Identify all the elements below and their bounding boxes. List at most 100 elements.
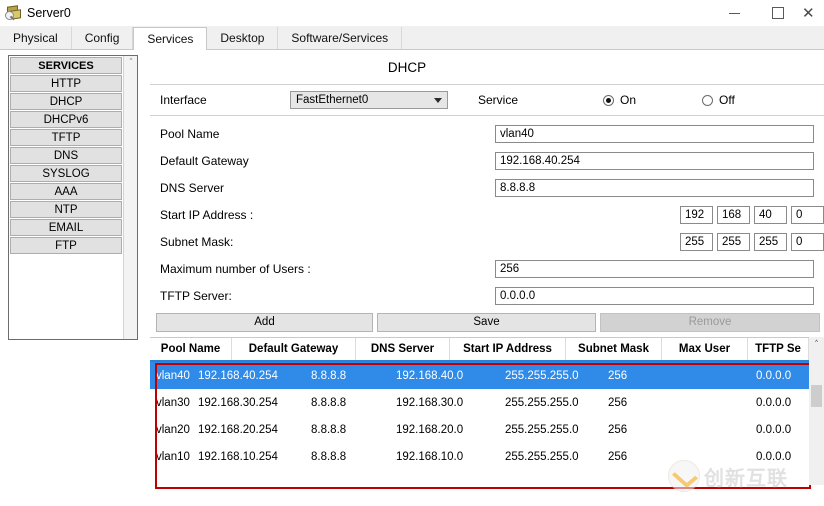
subnet-mask-octet-4[interactable]: 0: [791, 232, 824, 251]
cell-dns-server: 8.8.8.8: [311, 396, 347, 409]
sidebar-item-ftp[interactable]: FTP: [10, 237, 122, 254]
cell-dns-server: 8.8.8.8: [311, 369, 347, 382]
dns-server-label: DNS Server: [160, 180, 225, 195]
tab-software-services[interactable]: Software/Services: [278, 27, 403, 49]
start-ip-row: Start IP Address : 192 168 40 0: [150, 201, 824, 228]
cell-subnet-mask: 255.255.255.0: [505, 369, 579, 382]
cell-start-ip-address: 192.168.10.0: [396, 450, 464, 463]
action-buttons-row: Add Save Remove: [150, 309, 824, 335]
scrollbar-thumb[interactable]: [811, 385, 822, 407]
cell-tftp-server: 0.0.0.0: [756, 450, 792, 463]
window-title: Server0: [27, 6, 71, 20]
service-label: Service: [478, 93, 519, 107]
service-off-radio[interactable]: Off: [702, 93, 735, 107]
cell-subnet-mask: 255.255.255.0: [505, 423, 579, 436]
sidebar-scrollbar[interactable]: ˄: [123, 56, 137, 339]
server-device-icon: [5, 5, 21, 21]
sidebar-item-dns[interactable]: DNS: [10, 147, 122, 164]
column-header-start-ip-address[interactable]: Start IP Address: [450, 338, 566, 360]
services-sidebar: SERVICES HTTP DHCP DHCPv6 TFTP DNS SYSLO…: [8, 55, 138, 340]
dns-server-row: DNS Server 8.8.8.8: [150, 174, 824, 201]
tftp-server-row: TFTP Server: 0.0.0.0: [150, 282, 824, 309]
subnet-mask-octet-2[interactable]: 255: [717, 232, 750, 251]
default-gateway-input[interactable]: 192.168.40.254: [495, 151, 814, 170]
subnet-mask-octet-3[interactable]: 255: [754, 232, 787, 251]
sidebar-item-email[interactable]: EMAIL: [10, 219, 122, 236]
table-row[interactable]: vlan40 192.168.40.254 8.8.8.8 192.168.40…: [150, 362, 809, 389]
table-header-row: Pool Name Default Gateway DNS Server Sta…: [150, 337, 809, 362]
pool-name-input[interactable]: vlan40: [495, 124, 814, 143]
tab-desktop[interactable]: Desktop: [207, 27, 279, 49]
cell-subnet-mask: 255.255.255.0: [505, 396, 579, 409]
sidebar-item-dhcp[interactable]: DHCP: [10, 93, 122, 110]
max-users-input[interactable]: 256: [495, 259, 814, 278]
interface-select[interactable]: FastEthernet0: [290, 91, 448, 109]
tftp-server-input[interactable]: 0.0.0.0: [495, 286, 814, 305]
sidebar-item-tftp[interactable]: TFTP: [10, 129, 122, 146]
table-row[interactable]: vlan30 192.168.30.254 8.8.8.8 192.168.30…: [150, 389, 809, 416]
cell-max-user: 256: [608, 450, 628, 463]
add-button[interactable]: Add: [156, 312, 373, 332]
service-on-radio[interactable]: On: [603, 93, 636, 107]
column-header-default-gateway[interactable]: Default Gateway: [232, 338, 356, 360]
sidebar-item-ntp[interactable]: NTP: [10, 201, 122, 218]
page-title: DHCP: [387, 60, 427, 75]
start-ip-octet-3[interactable]: 40: [754, 205, 787, 224]
cell-pool-name: vlan20: [156, 423, 190, 436]
chevron-up-icon[interactable]: ˄: [809, 337, 824, 352]
minimize-button[interactable]: [712, 0, 756, 26]
table-scrollbar[interactable]: ˄: [809, 337, 824, 485]
cell-default-gateway: 192.168.20.254: [198, 423, 278, 436]
cell-tftp-server: 0.0.0.0: [756, 396, 792, 409]
close-button[interactable]: ✕: [800, 0, 824, 26]
remove-button[interactable]: Remove: [600, 312, 820, 332]
save-button[interactable]: Save: [377, 312, 596, 332]
subnet-mask-octet-1[interactable]: 255: [680, 232, 713, 251]
cell-tftp-server: 0.0.0.0: [756, 423, 792, 436]
cell-default-gateway: 192.168.30.254: [198, 396, 278, 409]
dns-server-input[interactable]: 8.8.8.8: [495, 178, 814, 197]
subnet-mask-label: Subnet Mask:: [160, 234, 234, 249]
service-off-label: Off: [719, 93, 735, 107]
tab-bar-filler: [402, 27, 824, 49]
sidebar-item-http[interactable]: HTTP: [10, 75, 122, 92]
cell-pool-name: vlan30: [156, 396, 190, 409]
maximize-button[interactable]: [756, 0, 800, 26]
tab-services[interactable]: Services: [133, 27, 208, 50]
sidebar-item-syslog[interactable]: SYSLOG: [10, 165, 122, 182]
cell-subnet-mask: 255.255.255.0: [505, 450, 579, 463]
interface-select-value: FastEthernet0: [296, 94, 369, 106]
tab-physical[interactable]: Physical: [0, 27, 72, 49]
column-header-dns-server[interactable]: DNS Server: [356, 338, 450, 360]
divider-interface: [150, 115, 824, 116]
cell-tftp-server: 0.0.0.0: [756, 369, 792, 382]
cell-start-ip-address: 192.168.30.0: [396, 396, 464, 409]
window-controls: ✕: [712, 0, 824, 26]
sidebar-item-aaa[interactable]: AAA: [10, 183, 122, 200]
start-ip-octet-1[interactable]: 192: [680, 205, 713, 224]
cell-max-user: 256: [608, 423, 628, 436]
cell-dns-server: 8.8.8.8: [311, 450, 347, 463]
tab-config[interactable]: Config: [71, 27, 134, 49]
table-row[interactable]: vlan20 192.168.20.254 8.8.8.8 192.168.20…: [150, 416, 809, 443]
cell-max-user: 256: [608, 396, 628, 409]
column-header-subnet-mask[interactable]: Subnet Mask: [566, 338, 662, 360]
table-row[interactable]: vlan10 192.168.10.254 8.8.8.8 192.168.10…: [150, 443, 809, 470]
subnet-mask-row: Subnet Mask: 255 255 255 0: [150, 228, 824, 255]
start-ip-octet-4[interactable]: 0: [791, 205, 824, 224]
service-on-label: On: [620, 93, 637, 107]
dhcp-panel: DHCP Interface FastEthernet0 Service On …: [150, 50, 824, 506]
interface-row: Interface FastEthernet0 Service On Off: [150, 85, 824, 115]
window-title-bar: Server0 ✕: [0, 0, 824, 26]
radio-on-icon: [603, 94, 614, 106]
max-users-label: Maximum number of Users :: [160, 261, 311, 276]
column-header-max-user[interactable]: Max User: [662, 338, 748, 360]
chevron-up-icon[interactable]: ˄: [124, 56, 138, 69]
tftp-server-label: TFTP Server:: [160, 288, 232, 303]
start-ip-octet-2[interactable]: 168: [717, 205, 750, 224]
max-users-row: Maximum number of Users : 256: [150, 255, 824, 282]
column-header-pool-name[interactable]: Pool Name: [150, 338, 232, 360]
chevron-down-icon: [434, 98, 442, 103]
sidebar-item-dhcpv6[interactable]: DHCPv6: [10, 111, 122, 128]
column-header-tftp-server[interactable]: TFTP Se: [748, 338, 809, 360]
